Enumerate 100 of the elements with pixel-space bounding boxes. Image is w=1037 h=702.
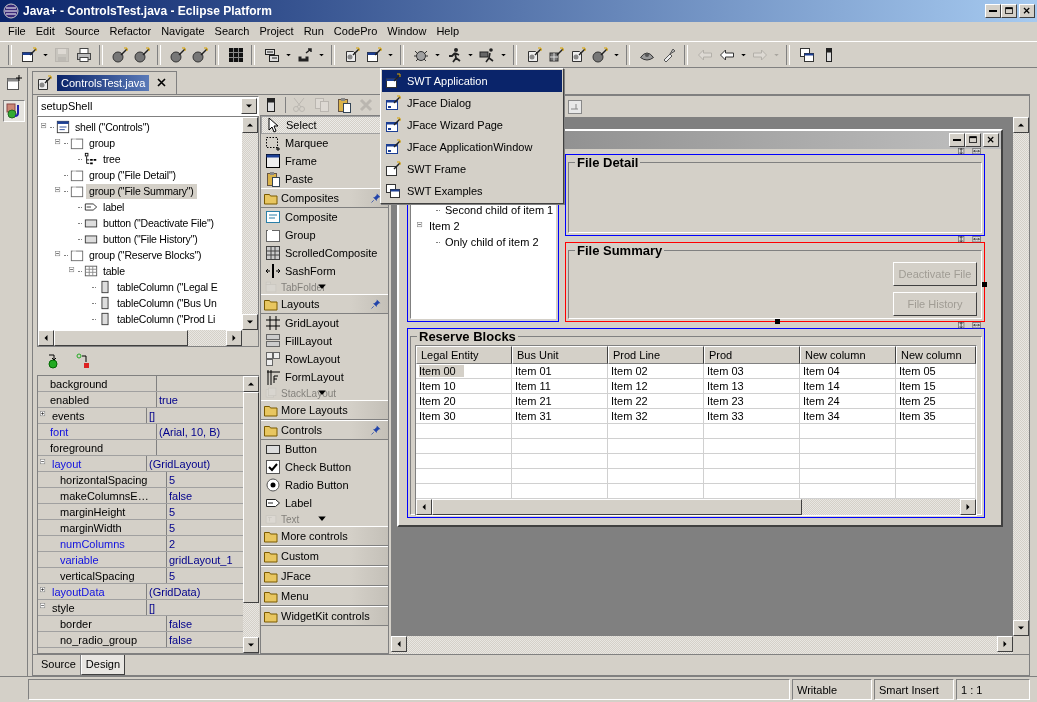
menu-item[interactable]: CodePro	[328, 22, 383, 41]
menu-item[interactable]: Source	[59, 22, 105, 41]
property-value[interactable]: gridLayout_1	[169, 553, 233, 566]
menu-item[interactable]: Project	[254, 22, 299, 41]
property-value[interactable]: false	[169, 489, 193, 502]
palette-drawer[interactable]: More Layouts	[261, 400, 388, 420]
tree-item[interactable]: table	[100, 263, 128, 279]
editor-tab[interactable]: ControlsTest.java	[32, 71, 178, 94]
palette-drawer[interactable]: More controls	[261, 526, 388, 546]
palette-item[interactable]: Check Button	[261, 458, 388, 476]
property-name: makeColumnsE…	[60, 489, 149, 502]
table-cell: Item 05	[896, 364, 976, 379]
table-cell: Item 02	[608, 364, 704, 379]
property-value[interactable]: (Arial, 10, B)	[159, 425, 221, 438]
property-value[interactable]: 5	[169, 569, 176, 582]
menu-item[interactable]: Search	[209, 22, 255, 41]
property-name: variable	[60, 553, 99, 566]
menu-item[interactable]: Help	[431, 22, 465, 41]
palette-drawer[interactable]: WidgetKit controls	[261, 606, 388, 626]
method-dropdown[interactable]: setupShell	[37, 96, 259, 116]
property-value[interactable]: 5	[169, 505, 176, 518]
tree-item[interactable]: group ("File Summary")	[86, 183, 197, 199]
column-header[interactable]: Prod Line	[608, 346, 704, 364]
tree-item[interactable]: tableColumn ("Legal E	[114, 279, 221, 295]
editor-mode-tab[interactable]: Source	[37, 655, 81, 675]
palette-item[interactable]: RowLayout	[261, 350, 388, 368]
table-cell: Item 34	[800, 409, 896, 424]
status-field: Writable	[792, 679, 872, 700]
property-value[interactable]: 2	[169, 537, 176, 550]
property-value[interactable]: true	[159, 393, 178, 406]
table-cell: Item 14	[800, 379, 896, 394]
property-value[interactable]: []	[149, 601, 156, 614]
palette-drawer[interactable]: Menu	[261, 586, 388, 606]
property-value[interactable]: []	[149, 409, 156, 422]
tree-item[interactable]: button ("File History")	[100, 231, 201, 247]
table-cell: Item 13	[704, 379, 800, 394]
property-name: layout	[52, 457, 82, 470]
tree-item[interactable]: tree	[100, 151, 124, 167]
property-value[interactable]: false	[169, 633, 193, 646]
property-value[interactable]: 5	[169, 521, 176, 534]
tree-item[interactable]: group ("Reserve Blocks")	[86, 247, 205, 263]
menu-item[interactable]: JFace Dialog	[382, 92, 562, 114]
menu-item[interactable]: Edit	[30, 22, 60, 41]
palette-item[interactable]: Group	[261, 226, 388, 244]
table-cell: Item 22	[608, 394, 704, 409]
palette-drawer[interactable]: Custom	[261, 546, 388, 566]
menu-item[interactable]: Window	[382, 22, 432, 41]
property-value[interactable]: (GridLayout)	[149, 457, 211, 470]
tree-item[interactable]: Item 2	[429, 220, 460, 232]
table-cell: Item 23	[704, 394, 800, 409]
palette-item[interactable]: ScrolledComposite	[261, 244, 388, 262]
property-name: background	[50, 377, 108, 390]
status-field: Smart Insert	[874, 679, 954, 700]
tree-item[interactable]: group	[86, 135, 118, 151]
menu-item[interactable]: File	[3, 22, 31, 41]
tree-item[interactable]: shell ("Controls")	[72, 119, 153, 135]
group-title: Reserve Blocks	[418, 329, 517, 344]
tree-item[interactable]: tableColumn ("Bus Un	[114, 295, 220, 311]
palette-drawer[interactable]: Composites	[261, 188, 388, 208]
table-cell: Item 11	[512, 379, 608, 394]
palette-drawer[interactable]: Controls	[261, 420, 388, 440]
property-name: layoutData	[52, 585, 105, 598]
editor-mode-tab[interactable]: Design	[80, 655, 126, 675]
column-header[interactable]: New column	[800, 346, 896, 364]
tree-item[interactable]: tableColumn ("Prod Li	[114, 311, 219, 327]
palette-item[interactable]: SashForm	[261, 262, 388, 280]
palette-item[interactable]: GridLayout	[261, 314, 388, 332]
column-header[interactable]: Legal Entity	[416, 346, 512, 364]
column-header[interactable]: New column	[896, 346, 976, 364]
property-name: border	[60, 617, 92, 630]
tree-item[interactable]: Only child of item 2	[445, 236, 539, 248]
menu-item[interactable]: Navigate	[156, 22, 210, 41]
palette-item[interactable]: Composite	[261, 208, 388, 226]
palette-item[interactable]: FillLayout	[261, 332, 388, 350]
table-cell: Item 31	[512, 409, 608, 424]
menu-item[interactable]: Run	[298, 22, 329, 41]
menu-item[interactable]: Refactor	[104, 22, 157, 41]
property-name: verticalSpacing	[60, 569, 135, 582]
property-value[interactable]: false	[169, 617, 193, 630]
property-name: horizontalSpacing	[60, 473, 148, 486]
palette-drawer[interactable]: JFace	[261, 566, 388, 586]
property-name: foreground	[50, 441, 104, 454]
table-cell: Item 00	[416, 364, 512, 379]
property-name: style	[52, 601, 75, 614]
menu-item[interactable]: SWT Application	[382, 70, 562, 92]
table-cell: Item 20	[416, 394, 512, 409]
property-value[interactable]: (GridData)	[149, 585, 201, 598]
table-cell: Item 03	[704, 364, 800, 379]
palette-drawer[interactable]: Layouts	[261, 294, 388, 314]
palette-item[interactable]: Label	[261, 494, 388, 512]
palette-item[interactable]: FormLayout	[261, 368, 388, 386]
tree-item[interactable]: Second child of item 1	[445, 204, 554, 216]
column-header[interactable]: Prod	[704, 346, 800, 364]
palette-item[interactable]: Radio Button	[261, 476, 388, 494]
tree-item[interactable]: button ("Deactivate File")	[100, 215, 217, 231]
property-value[interactable]: 5	[169, 473, 176, 486]
tree-item[interactable]: label	[100, 199, 128, 215]
tree-item[interactable]: group ("File Detail")	[86, 167, 179, 183]
palette-item[interactable]: Button	[261, 440, 388, 458]
column-header[interactable]: Bus Unit	[512, 346, 608, 364]
